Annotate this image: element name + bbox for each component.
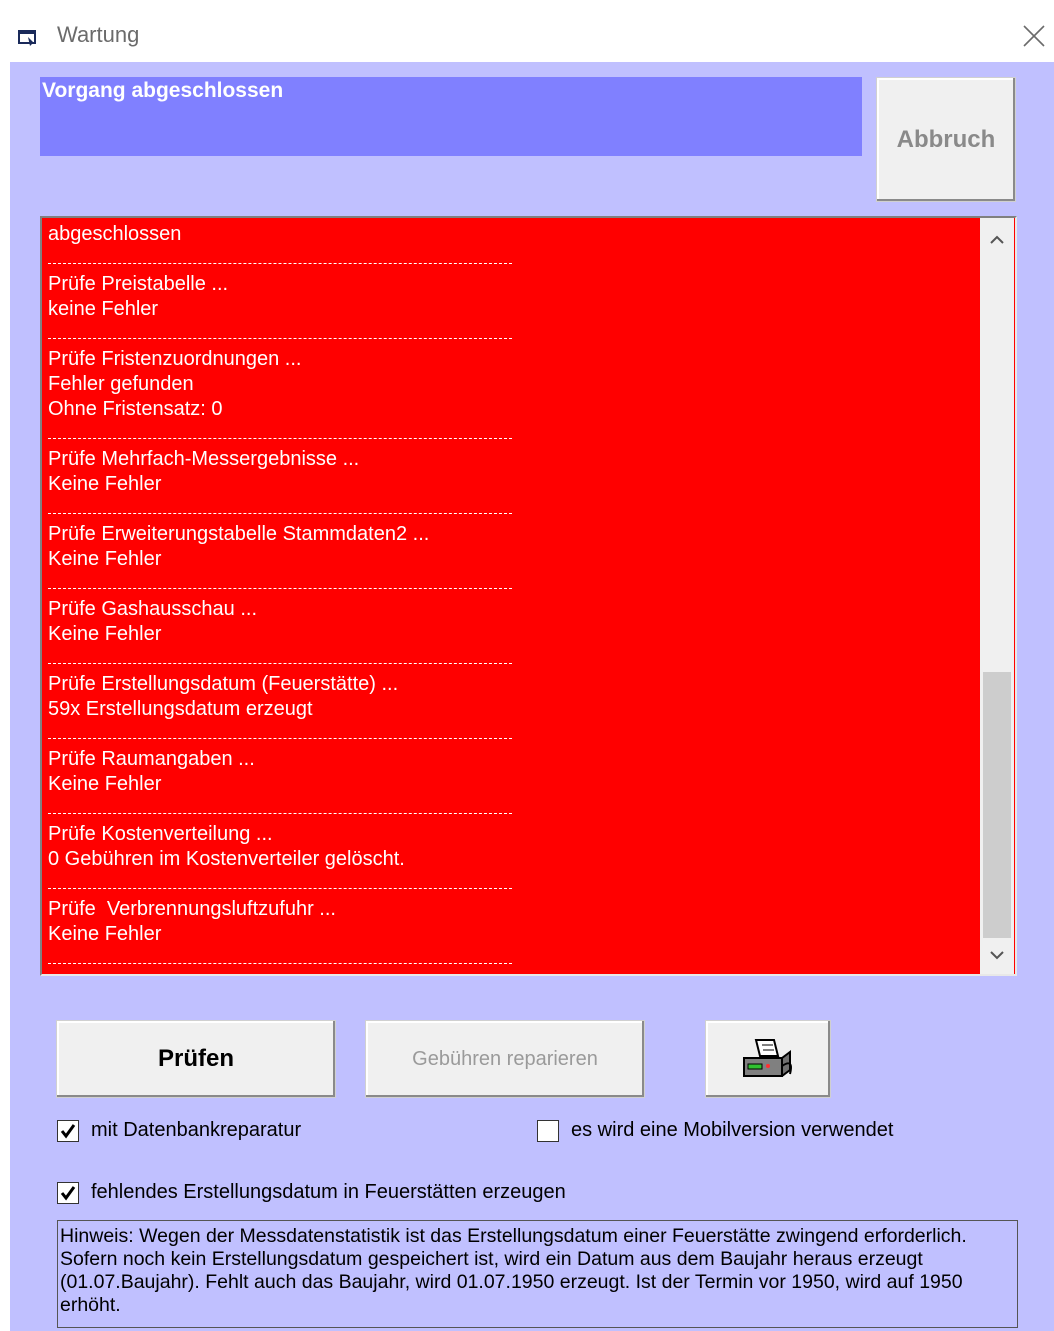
- log-separator: [48, 797, 978, 822]
- hint-line: Hinweis: Wegen der Messdatenstatistik is…: [60, 1225, 967, 1247]
- log-line: Prüfe Erstellungsdatum (Feuerstätte) ...: [48, 673, 399, 695]
- log-line: Keine Fehler: [48, 473, 162, 495]
- status-panel: Vorgang abgeschlossen: [40, 77, 862, 156]
- log-separator: [48, 422, 978, 447]
- log-line: Keine Fehler: [48, 623, 162, 645]
- scroll-down-icon[interactable]: [980, 938, 1014, 974]
- print-button[interactable]: [705, 1020, 831, 1098]
- window-app-icon: [18, 30, 36, 46]
- abbruch-button[interactable]: Abbruch: [876, 77, 1016, 202]
- checkbox-box[interactable]: [57, 1181, 79, 1204]
- log-line: Prüfe Mehrfach-Messergebnisse ...: [48, 448, 360, 470]
- log-separator: [48, 322, 978, 347]
- log-separator: [48, 872, 978, 897]
- log-line: keine Fehler: [48, 298, 159, 320]
- log-line: 0 Gebühren im Kostenverteiler gelöscht.: [48, 848, 405, 870]
- log-list[interactable]: abgeschlossen Prüfe Preistabelle ... keine…: [40, 216, 1017, 976]
- checkbox-erstellungsdatum[interactable]: fehlendes Erstellungsdatum in Feuerstätt…: [57, 1181, 566, 1204]
- pruefen-button[interactable]: Prüfen: [56, 1020, 336, 1098]
- log-line: Prüfe Kostenverteilung ...: [48, 823, 273, 845]
- log-line: Keine Fehler: [48, 548, 162, 570]
- log-line: Prüfe Verbrennungsluftzufuhr ...: [48, 898, 336, 920]
- log-separator: [48, 497, 978, 522]
- log-line: Prüfe Raumangaben ...: [48, 748, 255, 770]
- scroll-up-icon[interactable]: [980, 218, 1014, 256]
- log-line: Keine Fehler: [48, 923, 162, 945]
- log-line: Ohne Fristensatz: 0: [48, 398, 223, 420]
- log-line: 59x Erstellungsdatum erzeugt: [48, 698, 313, 720]
- gebuehren-reparieren-button[interactable]: Gebühren reparieren: [365, 1020, 645, 1098]
- title-bar: Wartung: [0, 0, 1054, 62]
- log-line: Prüfe Preistabelle ...: [48, 273, 229, 295]
- checkbox-mobilversion[interactable]: es wird eine Mobilversion verwendet: [537, 1119, 893, 1142]
- log-line: Prüfe Fristenzuordnungen ...: [48, 348, 302, 370]
- checkbox-label: es wird eine Mobilversion verwendet: [571, 1119, 894, 1141]
- scroll-thumb[interactable]: [983, 672, 1011, 938]
- checkmark-icon: [60, 1123, 76, 1138]
- checkbox-box[interactable]: [57, 1119, 79, 1142]
- log-scrollbar[interactable]: [980, 218, 1014, 974]
- window-title: Wartung: [57, 22, 140, 47]
- log-separator: [48, 247, 978, 272]
- log-separator: [48, 572, 978, 597]
- log-line: Prüfe Gashausschau ...: [48, 598, 258, 620]
- log-separator: [48, 947, 978, 972]
- checkbox-label: mit Datenbankreparatur: [91, 1119, 302, 1141]
- checkbox-box[interactable]: [537, 1119, 559, 1142]
- log-separator: [48, 722, 978, 747]
- log-line: Keine Fehler: [48, 773, 162, 795]
- close-icon[interactable]: [1018, 20, 1050, 52]
- log-line: abgeschlossen: [48, 223, 182, 245]
- hint-line: erhöht.: [60, 1294, 121, 1316]
- hint-line: Sofern noch kein Erstellungsdatum gespei…: [60, 1248, 923, 1270]
- log-content: abgeschlossen Prüfe Preistabelle ... keine…: [48, 222, 978, 972]
- checkmark-icon: [60, 1185, 76, 1200]
- log-line: Prüfe Erweiterungstabelle Stammdaten2 ..…: [48, 523, 430, 545]
- checkbox-label: fehlendes Erstellungsdatum in Feuerstätt…: [91, 1181, 566, 1203]
- status-text: Vorgang abgeschlossen: [42, 79, 284, 102]
- log-separator: [48, 647, 978, 672]
- hint-text-box: Hinweis: Wegen der Messdatenstatistik is…: [57, 1220, 1018, 1328]
- printer-icon: [743, 1039, 792, 1077]
- checkbox-datenbankreparatur[interactable]: mit Datenbankreparatur: [57, 1119, 301, 1142]
- log-line: Fehler gefunden: [48, 373, 194, 395]
- hint-line: (01.07.Baujahr). Fehlt auch das Baujahr,…: [60, 1271, 963, 1293]
